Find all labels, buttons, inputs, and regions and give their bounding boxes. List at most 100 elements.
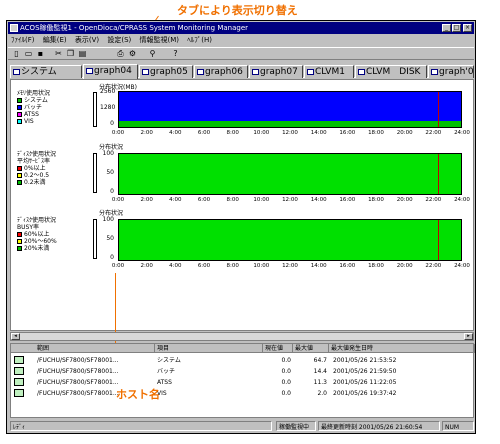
tab-system[interactable]: システム [10, 65, 82, 78]
monitor-icon [14, 356, 24, 364]
table-row[interactable]: /FUCHU/SF7800/SF78001... バッチ 0.0 14.4 20… [11, 366, 473, 377]
menu-settings[interactable]: 設定(S) [104, 35, 134, 46]
horizontal-scrollbar[interactable]: ◂ ▸ [10, 332, 474, 341]
close-button[interactable]: × [463, 24, 472, 32]
column-header[interactable]: 範囲 [35, 344, 155, 353]
legend-label: 0.2未満 [24, 179, 46, 186]
legend-item: システム [17, 97, 50, 104]
save-icon[interactable]: ▪ [35, 49, 46, 59]
column-header[interactable]: 最大値発生日時 [329, 344, 475, 353]
help-icon[interactable]: ? [170, 49, 181, 59]
tab-label: graph05 [150, 67, 188, 77]
tab-clvm-disk[interactable]: CLVM DISK [355, 65, 427, 78]
x-tick: 6:00 [197, 263, 211, 269]
tab-graph07[interactable]: graph07 [249, 65, 303, 78]
legend-swatch [17, 180, 22, 185]
monitor-icon [14, 367, 24, 375]
tab-clvm1[interactable]: CLVM1 [304, 65, 354, 78]
x-tick: 22:00 [425, 130, 442, 136]
x-tick: 8:00 [226, 263, 239, 269]
tab-graph04[interactable]: graph04 [83, 64, 138, 79]
y-tick: 100 [102, 150, 114, 157]
cell-max: 11.3 [313, 379, 327, 386]
cell-max-time: 2001/05/26 19:37:42 [333, 390, 397, 397]
menu-file[interactable]: ﾌｧｲﾙ(F) [8, 35, 38, 46]
x-tick: 12:00 [282, 263, 298, 269]
graph3-current-marker [438, 220, 439, 260]
x-tick: 22:00 [425, 197, 442, 203]
annotation-host-name: ホスト名 [116, 388, 160, 401]
settings-icon[interactable]: ⚙ [127, 49, 138, 59]
monitor-icon [14, 389, 24, 397]
legend-label: VIS [24, 118, 34, 125]
maximize-button[interactable]: □ [452, 24, 461, 32]
cut-icon[interactable]: ✂ [53, 49, 64, 59]
legend-label: システム [24, 97, 48, 104]
x-tick: 6:00 [197, 197, 211, 203]
legend-swatch [17, 166, 22, 171]
x-tick: 12:00 [282, 130, 298, 136]
x-tick: 24:00 [454, 197, 470, 203]
status-last-update: 最終更新時刻 2001/05/26 21:60:54 [318, 421, 440, 431]
legend-item: 0.2未満 [17, 179, 56, 186]
column-header[interactable]: 項目 [155, 344, 263, 353]
graph1-plot [118, 91, 462, 128]
x-tick: 24:00 [454, 130, 470, 136]
menu-help[interactable]: ﾍﾙﾌﾟ(H) [184, 35, 215, 46]
table-row[interactable]: /FUCHU/SF7800/SF78001... ATSS 0.0 11.3 2… [11, 377, 473, 388]
graph1-gauge [93, 92, 97, 127]
graph1-legend: ﾒﾓﾘ使用状況 システム バッチ ATSS VIS [17, 90, 50, 125]
legend-title: ﾒﾓﾘ使用状況 [17, 90, 51, 97]
copy-icon[interactable]: ❐ [65, 49, 76, 59]
table-row[interactable]: /FUCHU/SF7800/SF78001... システム 0.0 64.7 2… [11, 355, 473, 366]
x-tick: 8:00 [226, 130, 239, 136]
legend-item: 20%～60% [17, 238, 57, 245]
x-tick: 20:00 [396, 197, 413, 203]
tab-graph0[interactable]: graph'0 [428, 65, 474, 78]
tab-label: システム [21, 67, 57, 77]
tab-graph06[interactable]: graph06 [194, 65, 248, 78]
menu-view[interactable]: 表示(V) [72, 35, 102, 46]
table-row[interactable]: /FUCHU/SF7800/SF78001... VIS 0.0 2.0 200… [11, 388, 473, 399]
y-tick: 0 [110, 188, 114, 195]
monitor-icon [14, 378, 24, 386]
tab-icon [252, 69, 259, 75]
y-tick: 50 [106, 169, 114, 176]
open-folder-icon[interactable]: ▭ [23, 49, 34, 59]
scroll-right-icon[interactable]: ▸ [464, 333, 473, 340]
cell-current: 0.0 [281, 357, 291, 364]
tab-graph05[interactable]: graph05 [139, 65, 193, 78]
y-tick: 1280 [100, 104, 116, 111]
zoom-icon[interactable]: ⚲ [147, 49, 158, 59]
x-tick: 8:00 [226, 197, 239, 203]
x-tick: 16:00 [339, 197, 356, 203]
graph-panel: 分布状況(MB) ﾒﾓﾘ使用状況 システム バッチ ATSS VIS 2560 … [10, 79, 474, 363]
legend-item: ATSS [17, 111, 50, 118]
annotation-tab-switch: タブにより表示切り替え [177, 4, 298, 17]
graph2-plot [118, 153, 462, 195]
minimize-button[interactable]: _ [442, 24, 451, 32]
x-tick: 24:00 [454, 263, 470, 269]
graph3-legend: ﾃﾞｨｽｸ使用状況 BUSY率 60%以上 20%～60% 20%未満 [17, 217, 57, 252]
graph1-system-band [119, 121, 461, 127]
column-header[interactable]: 現在値 [263, 344, 293, 353]
x-tick: 20:00 [396, 130, 413, 136]
tab-label: graph07 [260, 67, 298, 77]
tab-icon [307, 69, 314, 75]
cell-host: /FUCHU/SF7800/SF78001... [37, 357, 119, 364]
menu-edit[interactable]: 編集(E) [40, 35, 70, 46]
column-header[interactable]: 最大値 [293, 344, 329, 353]
scroll-left-icon[interactable]: ◂ [11, 333, 20, 340]
print-icon[interactable]: ⎙ [115, 49, 126, 59]
new-file-icon[interactable]: ▯ [11, 49, 22, 59]
x-tick: 18:00 [368, 130, 384, 136]
tab-label: CLVM1 [315, 67, 345, 77]
x-tick: 12:00 [282, 197, 298, 203]
y-tick: 100 [102, 216, 114, 223]
paste-icon[interactable]: ▤ [77, 49, 88, 59]
cell-host: /FUCHU/SF7800/SF78001... [37, 368, 119, 375]
graph2-current-marker [438, 154, 439, 194]
menu-monitor[interactable]: 情報監視(M) [137, 35, 183, 46]
graph1-current-marker [438, 92, 439, 127]
x-tick: 14:00 [310, 197, 327, 203]
